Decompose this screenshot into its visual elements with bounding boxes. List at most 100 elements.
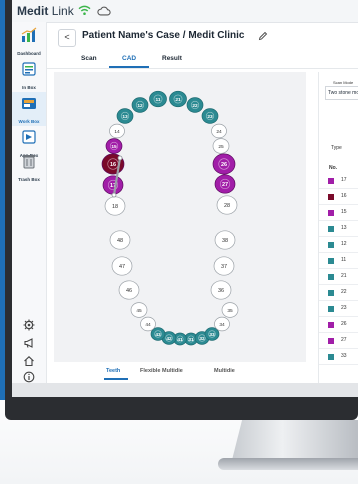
tooth-44[interactable]: 44 (140, 316, 156, 332)
list-item[interactable]: 27 (319, 334, 358, 349)
tooth-number: 17 (341, 177, 347, 183)
type-color-swatch (328, 322, 334, 328)
tooth-34[interactable]: 34 (214, 316, 230, 332)
info-icon[interactable] (23, 371, 35, 383)
app-brand: Medit (17, 4, 49, 18)
tooth-number-label: 31 (188, 337, 194, 343)
tooth-number-label: 41 (177, 337, 183, 343)
tooth-17[interactable]: 17 (102, 175, 124, 195)
tooth-27[interactable]: 27 (214, 174, 236, 194)
tooth-11[interactable]: 11 (149, 90, 167, 108)
trash-icon (23, 155, 35, 169)
tooth-28[interactable]: 28 (216, 195, 238, 215)
top-bar: Medit Link (12, 0, 358, 23)
tooth-45[interactable]: 45 (130, 302, 148, 318)
bridge-handle-top[interactable] (117, 155, 123, 161)
tab-result[interactable]: Result (162, 55, 182, 62)
tooth-24[interactable]: 24 (211, 123, 227, 139)
tooth-chart: 11 12 13 14 15 16 17 18 21 22 23 24 25 26 27 28 31 32 33 34… (101, 90, 239, 346)
sidebar-item-dashboard[interactable]: Dashboard (12, 24, 46, 58)
list-item[interactable]: 12 (319, 238, 358, 253)
type-color-swatch (328, 194, 334, 200)
list-item[interactable]: 33 (319, 350, 358, 365)
tooth-12[interactable]: 12 (131, 97, 149, 113)
back-button[interactable]: < (58, 29, 76, 47)
type-color-swatch (328, 338, 334, 344)
tab-cad[interactable]: CAD (122, 55, 136, 62)
active-bottom-tab-indicator (104, 378, 128, 380)
tooth-23[interactable]: 23 (201, 108, 219, 124)
scan-mode-label: Scan Mode (333, 80, 354, 85)
dashboard-icon (21, 27, 37, 42)
list-item[interactable]: 23 (319, 302, 358, 317)
tab-flexible-multidie[interactable]: Flexible Multidie (140, 368, 183, 374)
tooth-13[interactable]: 13 (116, 108, 134, 124)
tooth-number-label: 14 (114, 129, 120, 135)
tooth-number-label: 11 (155, 97, 160, 103)
tooth-number: 27 (341, 337, 347, 343)
page-title: Patient Name's Case / Medit Clinic (82, 30, 245, 41)
list-item[interactable]: 17 (319, 174, 358, 189)
type-color-swatch (328, 274, 334, 280)
list-item[interactable]: 22 (319, 286, 358, 301)
tooth-number-label: 44 (145, 322, 151, 328)
tab-teeth[interactable]: Teeth (106, 368, 120, 374)
tooth-47[interactable]: 47 (111, 256, 133, 276)
sidebar-label-trash-box: Trash Box (18, 177, 40, 182)
tooth-37[interactable]: 37 (213, 256, 235, 276)
sidebar-item-trash-box[interactable]: Trash Box (12, 150, 46, 184)
tooth-number-label: 38 (222, 238, 228, 244)
monitor-stand-neck (232, 420, 358, 460)
tooth-35[interactable]: 35 (221, 302, 239, 318)
type-color-swatch (328, 242, 334, 248)
tooth-46[interactable]: 46 (118, 280, 140, 300)
tooth-25[interactable]: 25 (212, 138, 230, 154)
gear-icon[interactable] (23, 319, 35, 331)
tooth-number-label: 37 (221, 264, 227, 270)
teeth-layer: 11 12 13 14 15 16 17 18 21 22 23 24 25 26 27 28 31 32 33 34… (101, 90, 239, 346)
tooth-number: 21 (341, 273, 347, 279)
home-icon[interactable] (23, 355, 35, 367)
tooth-21[interactable]: 21 (169, 90, 187, 108)
tooth-number-label: 24 (216, 129, 222, 135)
wifi-icon (78, 5, 91, 15)
megaphone-icon[interactable] (23, 337, 35, 349)
tooth-number-label: 35 (227, 308, 233, 314)
list-item[interactable]: 16 (319, 190, 358, 205)
tooth-number-label: 22 (192, 103, 198, 109)
pencil-icon[interactable] (258, 31, 268, 41)
tab-scan[interactable]: Scan (81, 55, 97, 62)
tooth-chart-panel: 11 12 13 14 15 16 17 18 21 22 23 24 25 26 27 28 31 32 33 34… (54, 72, 306, 362)
tooth-15[interactable]: 15 (105, 138, 123, 154)
tooth-14[interactable]: 14 (109, 123, 125, 139)
sidebar-item-in-box[interactable]: In Box (12, 58, 46, 92)
tooth-number-label: 48 (117, 238, 123, 244)
tooth-number-label: 26 (221, 162, 227, 168)
list-item[interactable]: 13 (319, 222, 358, 237)
tooth-number-label: 16 (110, 162, 116, 168)
tooth-number-label: 46 (126, 288, 132, 294)
tooth-22[interactable]: 22 (186, 97, 204, 113)
list-item[interactable]: 11 (319, 254, 358, 269)
tooth-number: 12 (341, 241, 347, 247)
tooth-number-label: 15 (111, 144, 117, 150)
sidebar-item-work-box[interactable]: Work Box (12, 92, 46, 126)
tooth-26[interactable]: 26 (212, 153, 236, 175)
scan-mode-select[interactable]: Two stone models (325, 86, 358, 100)
monitor-bezel-bottom (12, 397, 358, 413)
tab-multidie[interactable]: Multidie (214, 368, 235, 374)
type-color-swatch (328, 306, 334, 312)
tooth-36[interactable]: 36 (210, 280, 232, 300)
tooth-18[interactable]: 18 (104, 196, 126, 216)
list-item[interactable]: 21 (319, 270, 358, 285)
list-item[interactable]: 26 (319, 318, 358, 333)
tooth-48[interactable]: 48 (109, 230, 131, 250)
tooth-number: 23 (341, 305, 347, 311)
bridge-handle-bottom[interactable] (111, 192, 117, 198)
type-color-swatch (328, 210, 334, 216)
tooth-number-label: 27 (222, 182, 228, 188)
cloud-icon[interactable] (97, 6, 111, 16)
tooth-38[interactable]: 38 (214, 230, 236, 250)
sidebar: Dashboard In Box Work Box App (12, 22, 47, 383)
list-item[interactable]: 15 (319, 206, 358, 221)
